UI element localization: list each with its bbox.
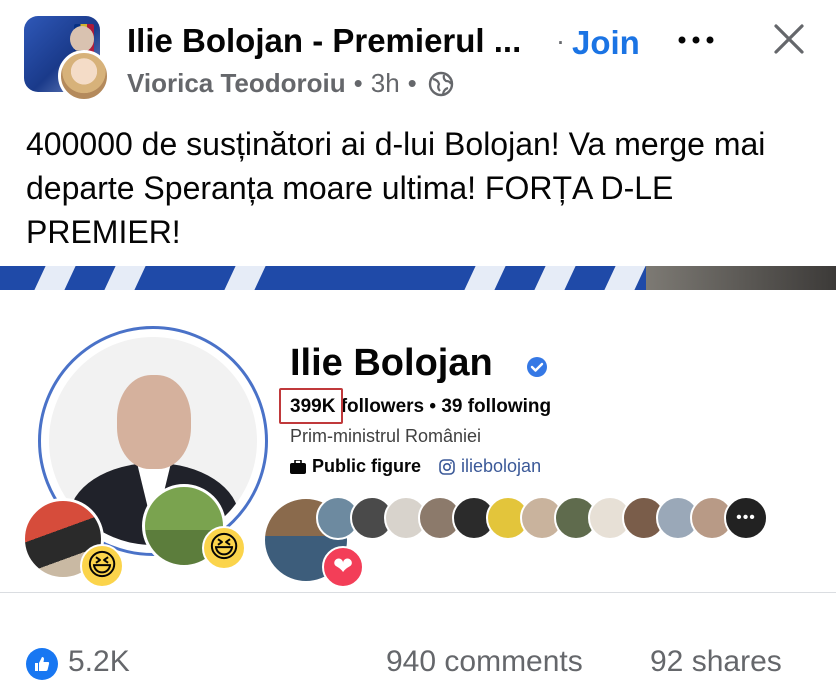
author-separator: • <box>353 68 363 98</box>
profile-meta: Public figure iliebolojan <box>290 456 541 477</box>
close-icon[interactable] <box>772 22 806 56</box>
post-time[interactable]: 3h <box>371 68 400 99</box>
group-name[interactable]: Ilie Bolojan - Premierul ... <box>127 22 521 60</box>
divider <box>0 592 836 593</box>
briefcase-icon <box>290 459 306 474</box>
shares-count[interactable]: 92 shares <box>650 645 782 679</box>
highlight-box <box>279 388 343 424</box>
globe-icon <box>428 71 453 96</box>
more-options-icon[interactable] <box>676 32 716 48</box>
profile-title: Prim-ministrul României <box>290 426 482 446</box>
profile-name: Ilie Bolojan <box>290 342 493 384</box>
followers-label: followers <box>340 396 425 417</box>
instagram-icon <box>439 458 455 475</box>
like-icon[interactable] <box>26 648 58 680</box>
post-header: Ilie Bolojan - Premierul ... · Join Vior… <box>0 0 836 110</box>
heart-emoji-icon: ❤ <box>322 546 364 588</box>
author-name[interactable]: Viorica Teodoroiu <box>127 68 346 99</box>
laugh-emoji-icon: 😆 <box>80 544 124 588</box>
profile-category: Public figure <box>312 456 422 476</box>
join-button[interactable]: Join <box>572 24 640 62</box>
post-text: 400000 de susținători ai d-lui Bolojan! … <box>26 126 766 250</box>
laugh-emoji-icon: 😆 <box>202 526 246 570</box>
verified-badge-icon <box>527 357 547 377</box>
instagram-handle: iliebolojan <box>461 456 542 476</box>
cover-photo-strip <box>0 266 836 290</box>
post-image[interactable]: 😆 😆 ❤ Ilie Bolojan 399K followers • 39 f… <box>0 266 836 600</box>
time-separator: • <box>407 68 417 98</box>
comments-count[interactable]: 940 comments <box>386 645 583 679</box>
author-line: Viorica Teodoroiu • 3h • <box>127 68 455 99</box>
group-avatar-person <box>70 26 94 52</box>
following-text: • 39 following <box>429 396 552 417</box>
thumbs-up-icon <box>35 657 50 671</box>
more-followers-indicator[interactable]: ••• <box>724 496 768 540</box>
reaction-count[interactable]: 5.2K <box>68 645 130 679</box>
join-separator: · <box>556 26 565 56</box>
author-avatar[interactable] <box>58 50 110 102</box>
